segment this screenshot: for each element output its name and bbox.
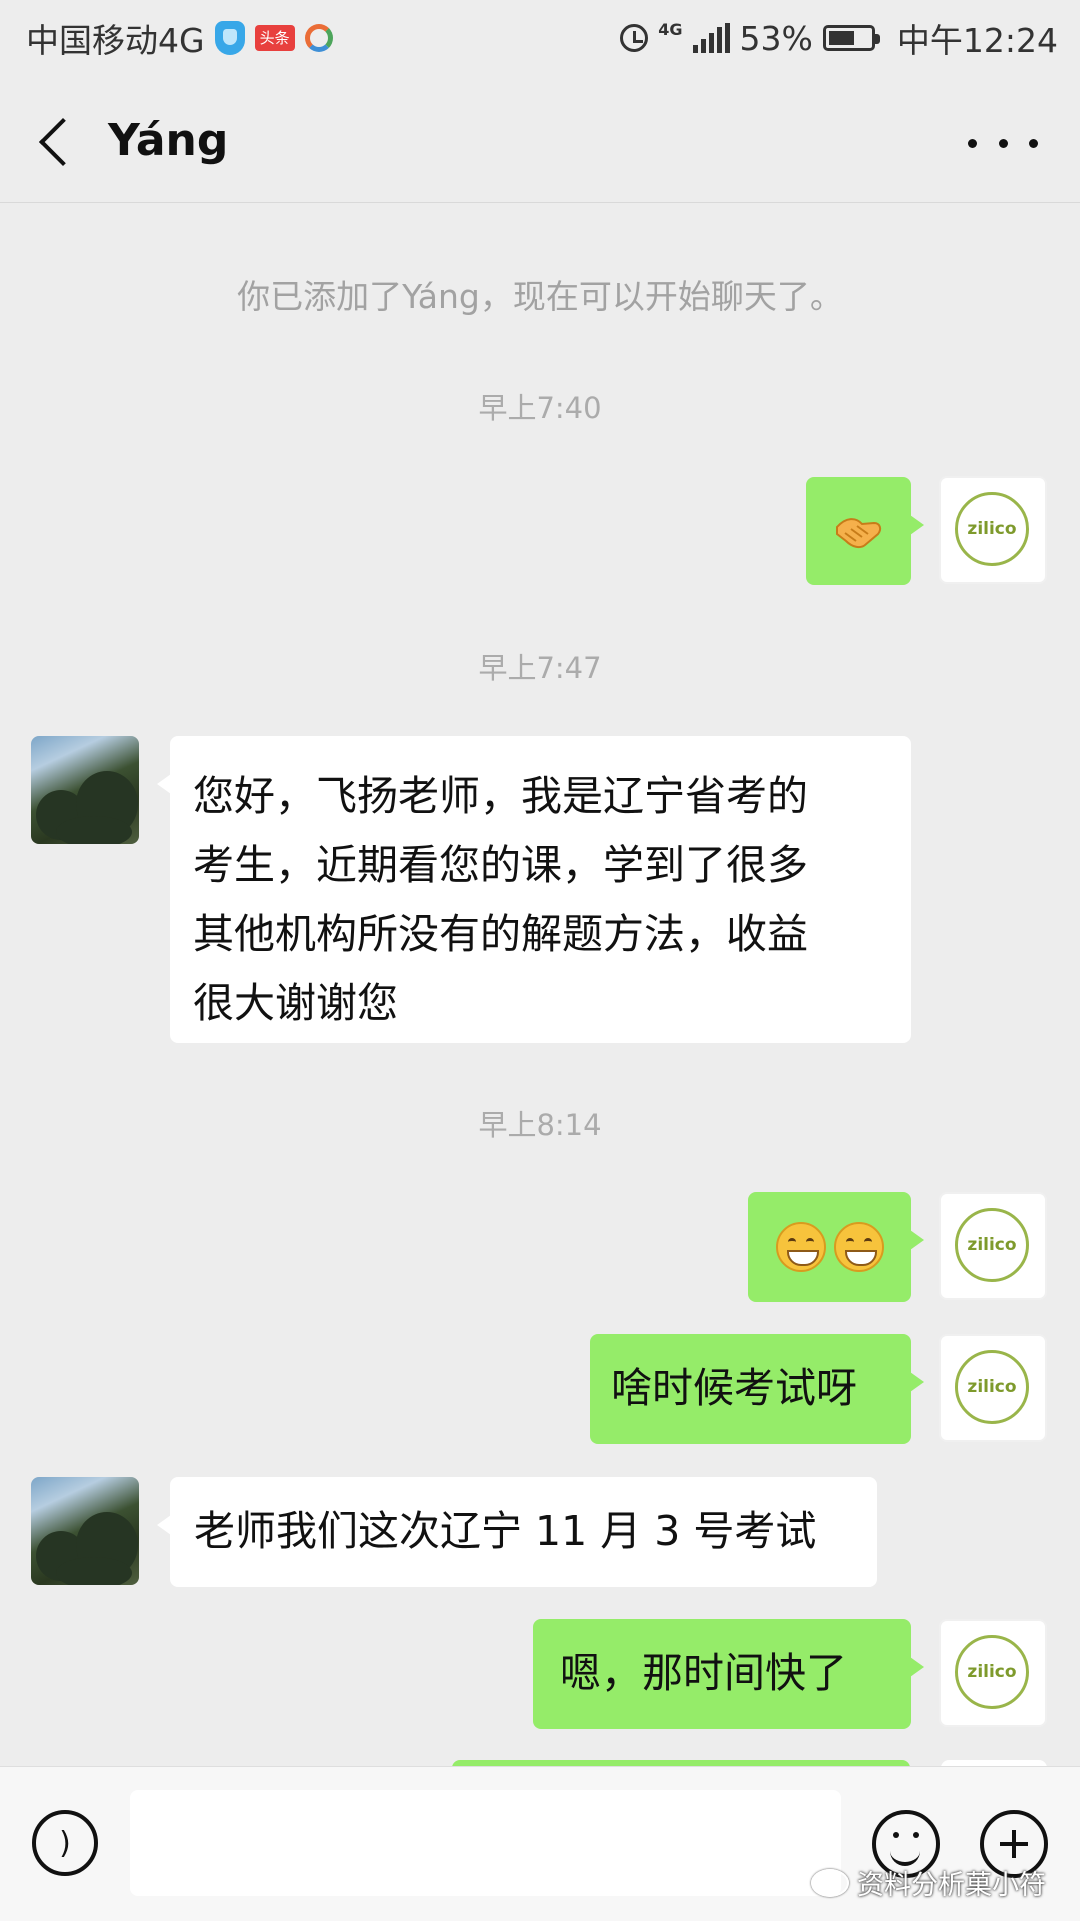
my-avatar-logo: zilico [955, 1208, 1029, 1282]
my-avatar[interactable]: zilico [939, 1192, 1047, 1300]
wechat-logo-icon [811, 1868, 849, 1897]
timestamp: 早上7:47 [478, 651, 602, 685]
timestamp: 早上8:14 [478, 1108, 602, 1142]
my-avatar-logo: zilico [955, 492, 1029, 566]
chat-title: Yáng [108, 115, 229, 166]
message-input[interactable] [130, 1790, 841, 1896]
message-bubble-incoming[interactable]: 您好，飞扬老师，我是辽宁省考的 考生，近期看您的课，学到了很多 其他机构所没有的… [157, 736, 911, 1043]
network-type: 4G [658, 19, 683, 39]
message-bubble-outgoing[interactable] [748, 1192, 924, 1302]
watermark: 资料分析菓小符 [811, 1863, 1046, 1902]
chat-header: Yáng [0, 76, 1080, 203]
my-avatar[interactable]: zilico [939, 476, 1047, 584]
carrier-text: 中国移动4G [26, 21, 205, 60]
message-line: 很大谢谢您 [193, 979, 398, 1027]
input-bar: ) 资料分析菓小符 [0, 1766, 1080, 1921]
status-left: 中国移动4G 头条 [26, 14, 333, 62]
voice-input-icon[interactable]: ) [32, 1810, 98, 1876]
message-bubble-outgoing[interactable]: 嗯，那时间快了 [533, 1619, 924, 1729]
status-right: 4G 53% 中午12:24 [620, 14, 1058, 62]
message-text: 啥时候考试呀 [611, 1364, 857, 1412]
my-avatar[interactable]: zilico [939, 1619, 1047, 1727]
signal-icon [692, 23, 730, 53]
contact-avatar[interactable] [31, 736, 139, 844]
grin-emoji-icon [776, 1222, 826, 1272]
watermark-text: 资料分析菓小符 [857, 1870, 1046, 1901]
back-icon[interactable] [30, 113, 86, 169]
clock-time: 中午12:24 [896, 21, 1058, 60]
grin-emoji-icon [834, 1222, 884, 1272]
my-avatar[interactable]: zilico [939, 1334, 1047, 1442]
battery-icon [822, 25, 880, 51]
contact-avatar[interactable] [31, 1477, 139, 1585]
message-text: 老师我们这次辽宁 11 月 3 号考试 [194, 1507, 817, 1555]
toutiao-icon: 头条 [254, 25, 295, 51]
shield-app-icon [214, 21, 245, 55]
more-options-icon[interactable] [968, 118, 1038, 168]
status-bar: 中国移动4G 头条 4G 53% 中午12:24 [0, 0, 1080, 76]
alarm-icon [620, 24, 649, 52]
handshake-emoji-icon [836, 518, 882, 549]
my-avatar-logo: zilico [955, 1350, 1029, 1424]
message-bubble-outgoing[interactable]: 啥时候考试呀 [590, 1334, 924, 1444]
message-line: 其他机构所没有的解题方法，收益 [193, 910, 808, 958]
message-bubble-incoming[interactable]: 老师我们这次辽宁 11 月 3 号考试 [157, 1477, 877, 1587]
timestamp: 早上7:40 [478, 391, 602, 425]
system-notice: 你已添加了Yáng，现在可以开始聊天了。 [237, 277, 843, 316]
my-avatar-logo: zilico [955, 1635, 1029, 1709]
battery-percent: 53% [739, 18, 813, 58]
message-line: 考生，近期看您的课，学到了很多 [193, 841, 808, 889]
message-bubble-outgoing[interactable] [806, 477, 924, 585]
message-text: 嗯，那时间快了 [560, 1649, 847, 1697]
message-line: 您好，飞扬老师，我是辽宁省考的 [193, 772, 808, 820]
app-ring-icon [304, 24, 333, 52]
